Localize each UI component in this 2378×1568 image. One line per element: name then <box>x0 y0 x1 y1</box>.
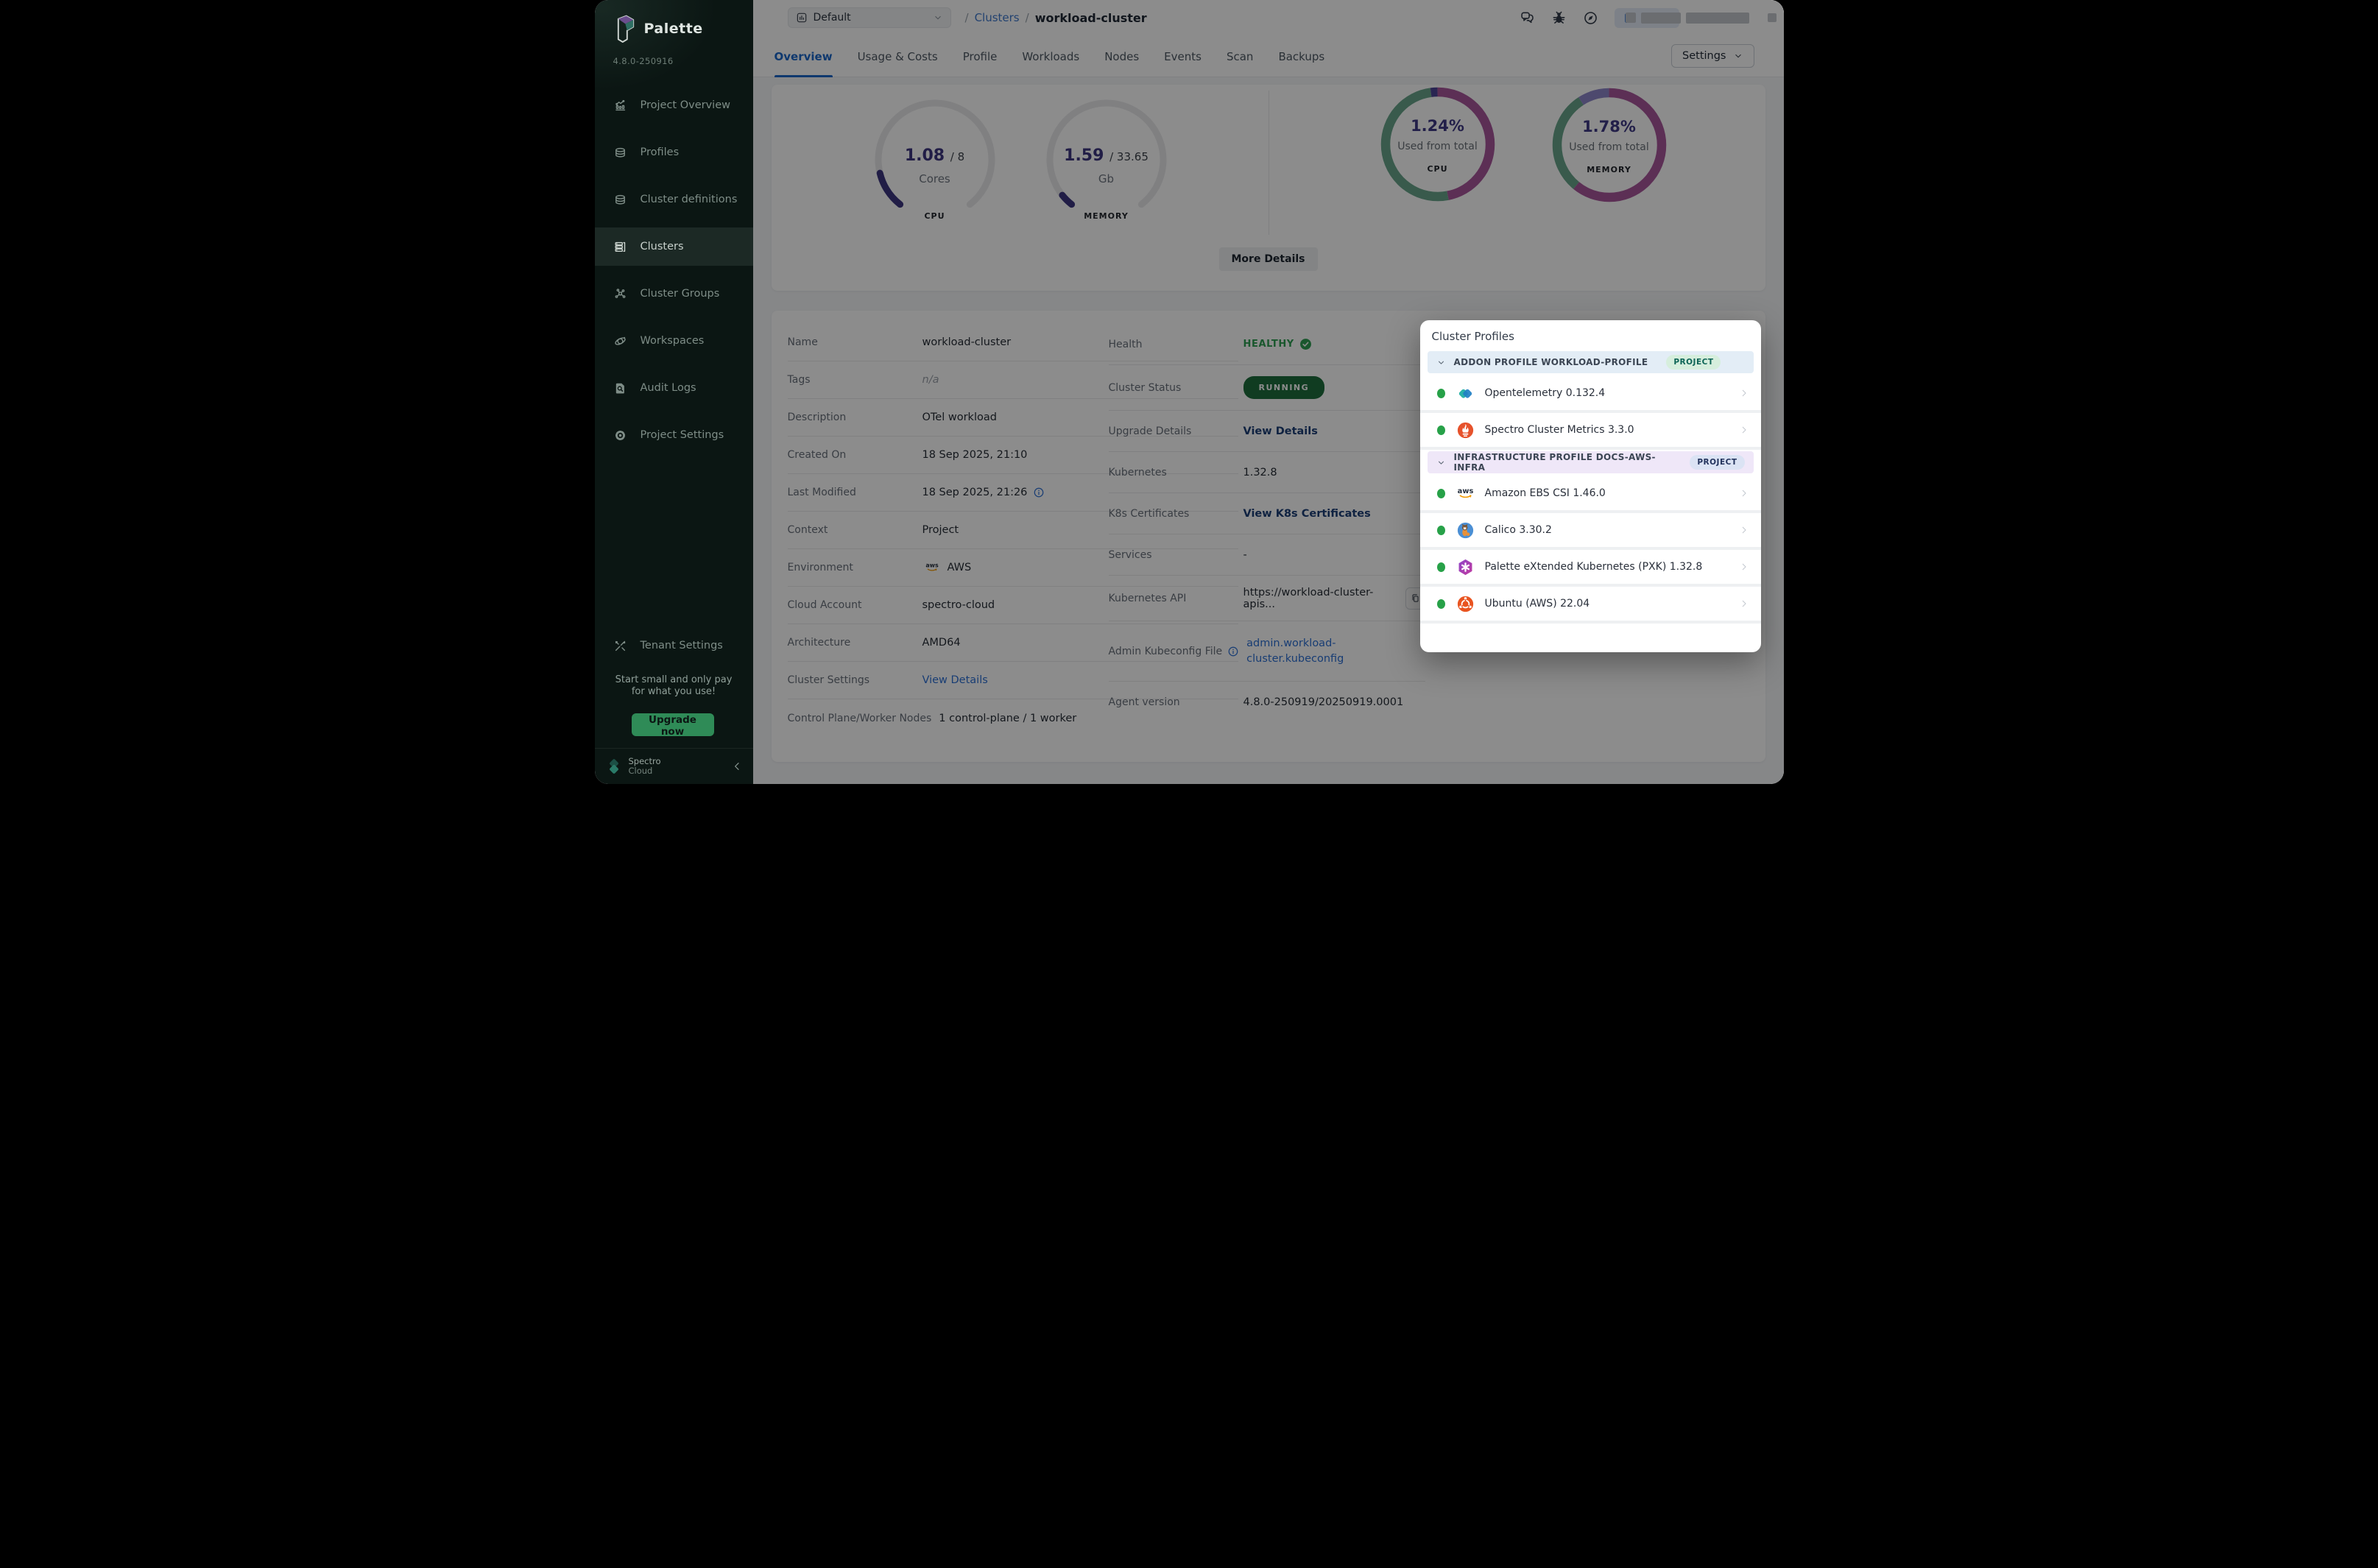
status-dot <box>1437 489 1445 498</box>
layer-name: Spectro Cluster Metrics 3.3.0 <box>1485 424 1634 436</box>
status-dot <box>1437 599 1445 609</box>
sidebar-item-tenant-settings[interactable]: Tenant Settings <box>595 626 753 665</box>
calico-icon <box>1456 521 1475 540</box>
status-dot <box>1437 562 1445 572</box>
layer-name: Amazon EBS CSI 1.46.0 <box>1485 487 1606 499</box>
status-dot <box>1437 425 1445 435</box>
spectro-cloud-logo-icon <box>605 757 623 775</box>
profile-layer-amazon-ebs-csi-1-46-0[interactable]: aws Amazon EBS CSI 1.46.0 <box>1420 476 1761 513</box>
profile-layer-opentelemetry-0-132-4[interactable]: Opentelemetry 0.132.4 <box>1420 376 1761 413</box>
layer-name: Opentelemetry 0.132.4 <box>1485 387 1606 399</box>
sidebar-item-cluster-groups[interactable]: Cluster Groups <box>595 275 753 313</box>
chevron-right-icon <box>1739 388 1749 398</box>
palette-logo-icon <box>615 13 637 44</box>
clusters-icon <box>613 240 627 254</box>
scope-badge: PROJECT <box>1690 455 1744 470</box>
sidebar-item-project-overview[interactable]: Project Overview <box>595 86 753 124</box>
app-window: Palette 4.8.0-250916 Project OverviewPro… <box>595 0 1784 784</box>
chevron-right-icon <box>1739 562 1749 572</box>
app-version: 4.8.0-250916 <box>613 56 674 66</box>
upgrade-promo-text: Start small and only pay for what you us… <box>595 674 753 697</box>
chevron-down-icon <box>1436 358 1446 367</box>
spectro-cloud-label: Spectro Cloud <box>629 757 661 776</box>
sidebar-nav: Project Overview Profiles Cluster definiti… <box>595 86 753 463</box>
chevron-right-icon <box>1739 525 1749 535</box>
profile-section-header-infrastructure-profile-docs-aws-infra[interactable]: INFRASTRUCTURE PROFILE DOCS-AWS-INFRA PR… <box>1428 451 1754 473</box>
sidebar-item-clusters[interactable]: Clusters <box>595 227 753 266</box>
profile-section-title: INFRASTRUCTURE PROFILE DOCS-AWS-INFRA <box>1454 452 1672 473</box>
tools-icon <box>613 639 627 653</box>
pxk-icon <box>1456 558 1475 576</box>
sidebar-item-audit-logs[interactable]: Audit Logs <box>595 369 753 407</box>
brand-name: Palette <box>644 21 703 37</box>
svg-text:aws: aws <box>1457 487 1473 495</box>
sidebar: Palette 4.8.0-250916 Project OverviewPro… <box>595 0 753 784</box>
sidebar-footer: Spectro Cloud <box>595 748 753 784</box>
brand: Palette <box>615 13 703 44</box>
sidebar-item-profiles[interactable]: Profiles <box>595 133 753 172</box>
sidebar-item-cluster-definitions[interactable]: Cluster definitions <box>595 180 753 219</box>
chevron-right-icon <box>1739 488 1749 498</box>
main-content: Default / Clusters / workload-cluster Do… <box>753 0 1784 784</box>
layer-name: Ubuntu (AWS) 22.04 <box>1485 598 1590 610</box>
upgrade-now-button[interactable]: Upgrade now <box>632 713 714 736</box>
aws-icon: aws <box>1456 484 1475 503</box>
audit-logs-icon <box>613 381 627 395</box>
workspaces-icon <box>613 334 627 348</box>
layer-name: Calico 3.30.2 <box>1485 524 1552 536</box>
profile-layer-calico-3-30-2[interactable]: Calico 3.30.2 <box>1420 513 1761 550</box>
chevron-down-icon <box>1436 458 1446 467</box>
opentelemetry-icon <box>1456 384 1475 403</box>
sidebar-item-workspaces[interactable]: Workspaces <box>595 322 753 360</box>
gear-icon <box>613 428 627 442</box>
status-dot <box>1437 526 1445 535</box>
layer-name: Palette eXtended Kubernetes (PXK) 1.32.8 <box>1485 561 1703 573</box>
profile-layer-ubuntu-aws-22-04[interactable]: Ubuntu (AWS) 22.04 <box>1420 587 1761 624</box>
profile-section-title: ADDON PROFILE WORKLOAD-PROFILE <box>1454 357 1648 367</box>
cluster-profiles-panel: Cluster Profiles ADDON PROFILE WORKLOAD-… <box>1420 320 1761 652</box>
sidebar-item-project-settings[interactable]: Project Settings <box>595 416 753 454</box>
cluster-groups-icon <box>613 287 627 301</box>
profile-layer-spectro-cluster-metrics-3-3-0[interactable]: Spectro Cluster Metrics 3.3.0 <box>1420 413 1761 450</box>
collapse-sidebar-icon[interactable] <box>731 760 743 772</box>
panel-title: Cluster Profiles <box>1420 320 1761 350</box>
ubuntu-icon <box>1456 595 1475 613</box>
prometheus-icon <box>1456 421 1475 439</box>
stack-icon <box>613 193 627 207</box>
chevron-right-icon <box>1739 598 1749 609</box>
chevron-right-icon <box>1739 425 1749 435</box>
project-overview-icon <box>613 99 627 113</box>
scope-badge: PROJECT <box>1666 355 1721 370</box>
stack-icon <box>613 146 627 160</box>
profile-section-header-addon-profile-workload-profile[interactable]: ADDON PROFILE WORKLOAD-PROFILE PROJECT <box>1428 351 1754 373</box>
status-dot <box>1437 389 1445 398</box>
profile-layer-palette-extended-kubernetes-pxk-1-32-8[interactable]: Palette eXtended Kubernetes (PXK) 1.32.8 <box>1420 550 1761 587</box>
